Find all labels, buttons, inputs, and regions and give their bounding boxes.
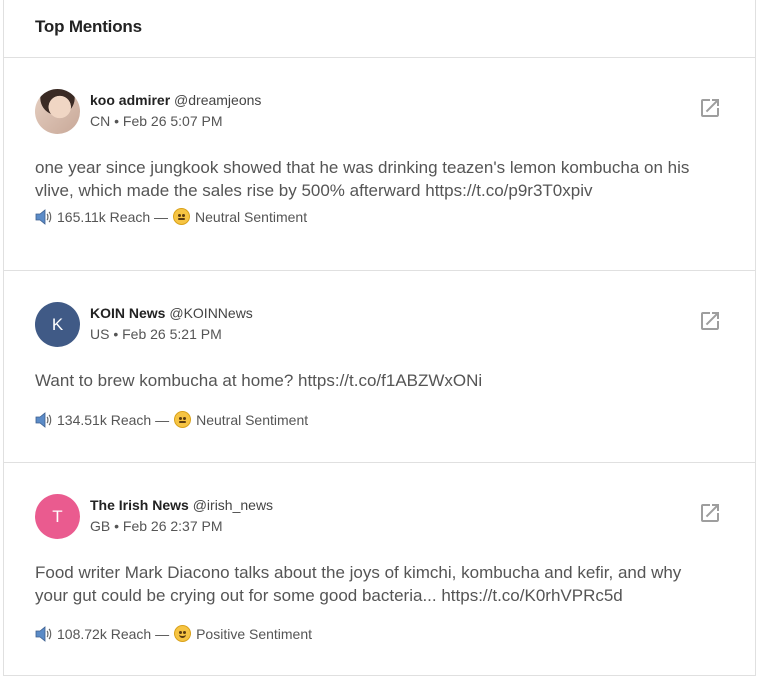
mention-item: T The Irish News @irish_news GB • Feb 26…	[4, 463, 755, 676]
speaker-icon	[35, 411, 52, 428]
neutral-face-icon	[173, 208, 191, 225]
author-name[interactable]: koo admirer	[90, 92, 170, 108]
neutral-face-icon	[174, 411, 192, 428]
author-name[interactable]: The Irish News	[90, 497, 189, 513]
panel-title: Top Mentions	[35, 17, 142, 36]
smiling-face-icon	[174, 625, 192, 642]
author-row: T The Irish News @irish_news GB • Feb 26…	[35, 494, 273, 539]
author-row: koo admirer @dreamjeons CN • Feb 26 5:07…	[35, 89, 261, 134]
mention-item: K KOIN News @KOINNews US • Feb 26 5:21 P…	[4, 271, 755, 463]
author-handle[interactable]: @irish_news	[193, 497, 273, 513]
author-name[interactable]: KOIN News	[90, 305, 165, 321]
location-time: CN • Feb 26 5:07 PM	[90, 112, 223, 129]
open-in-new-icon[interactable]	[698, 501, 722, 525]
mention-text: Want to brew kombucha at home? https://t…	[35, 371, 483, 390]
sentiment-label: Positive Sentiment	[196, 625, 313, 642]
mention-item: koo admirer @dreamjeons CN • Feb 26 5:07…	[4, 58, 755, 271]
author-meta: koo admirer @dreamjeons CN • Feb 26 5:07…	[90, 90, 261, 132]
separator: —	[155, 625, 170, 642]
mention-text: Food writer Mark Diacono talks about the…	[35, 563, 682, 605]
author-meta: KOIN News @KOINNews US • Feb 26 5:21 PM	[90, 303, 253, 345]
mention-text: one year since jungkook showed that he w…	[35, 158, 690, 200]
open-in-new-icon[interactable]	[698, 309, 722, 333]
author-handle[interactable]: @KOINNews	[169, 305, 252, 321]
mention-stats: 165.11k Reach — Neutral Sentiment	[35, 208, 307, 225]
reach-value: 108.72k Reach	[57, 625, 152, 642]
avatar[interactable]: T	[35, 494, 80, 539]
author-meta: The Irish News @irish_news GB • Feb 26 2…	[90, 495, 273, 537]
location-time: GB • Feb 26 2:37 PM	[90, 517, 223, 534]
separator: —	[155, 411, 170, 428]
panel-header: Top Mentions	[4, 0, 755, 58]
reach-value: 165.11k Reach	[57, 208, 151, 225]
avatar[interactable]: K	[35, 302, 80, 347]
separator: —	[154, 208, 169, 225]
top-mentions-panel: Top Mentions koo admirer @dreamjeons CN …	[3, 0, 756, 676]
author-row: K KOIN News @KOINNews US • Feb 26 5:21 P…	[35, 302, 253, 347]
sentiment-label: Neutral Sentiment	[196, 411, 309, 428]
avatar[interactable]	[35, 89, 80, 134]
speaker-icon	[35, 625, 52, 642]
mention-stats: 134.51k Reach — Neutral Sentiment	[35, 411, 308, 428]
author-handle[interactable]: @dreamjeons	[174, 92, 261, 108]
location-time: US • Feb 26 5:21 PM	[90, 325, 222, 342]
open-in-new-icon[interactable]	[698, 96, 722, 120]
mention-stats: 108.72k Reach — Positive Sentiment	[35, 625, 312, 642]
sentiment-label: Neutral Sentiment	[195, 208, 308, 225]
reach-value: 134.51k Reach	[57, 411, 152, 428]
speaker-icon	[35, 208, 52, 225]
